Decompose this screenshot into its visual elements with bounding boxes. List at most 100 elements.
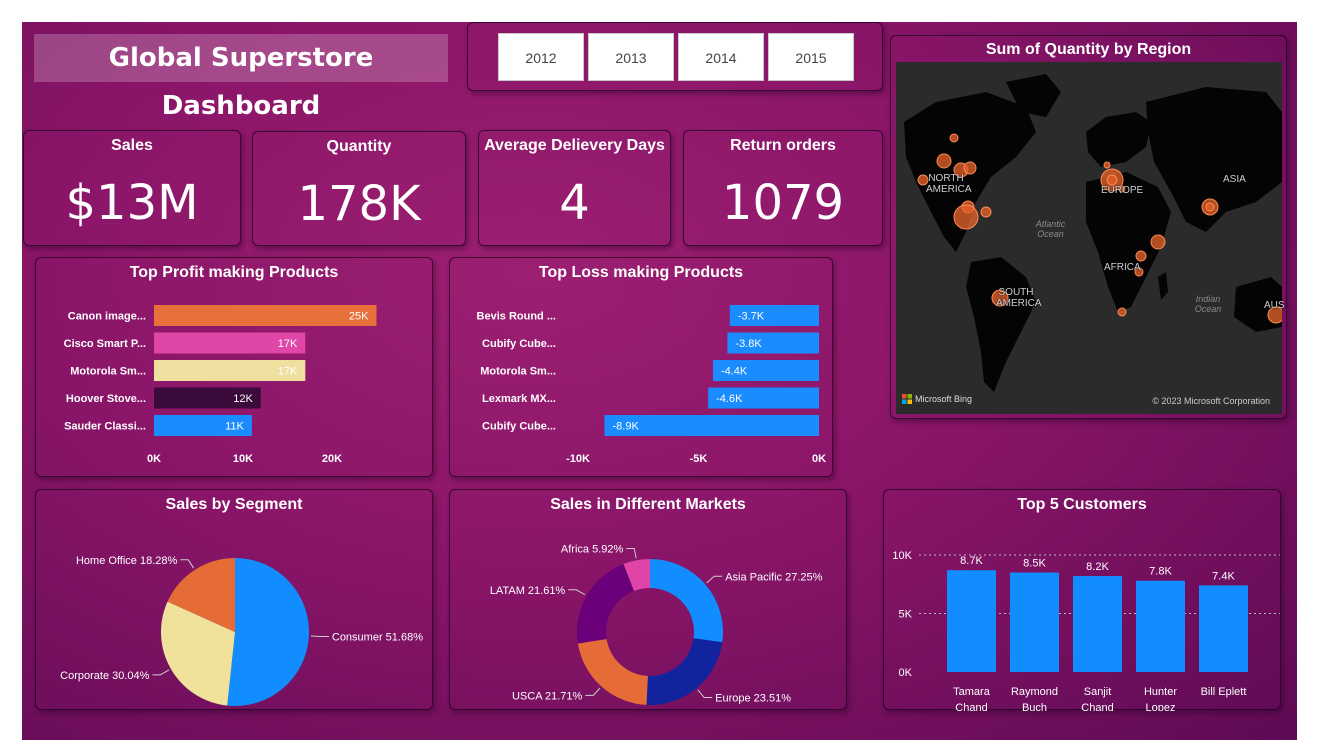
bubble-point (949, 133, 959, 143)
year-slicer: 2012 2013 2014 2015 (467, 22, 883, 91)
bubble-point (1106, 174, 1118, 186)
bar (1073, 576, 1122, 672)
kpi-label-delivery-days: Average Delievery Days (484, 137, 665, 154)
category-label: Canon image... (68, 311, 146, 323)
map-label-aus: AUS (1264, 300, 1285, 311)
slice (646, 638, 723, 705)
y-tick-label: 5K (899, 609, 913, 621)
slice (227, 558, 310, 706)
data-label: 8.5K (1023, 558, 1046, 570)
bubble-point (1117, 307, 1127, 317)
map-panel: Sum of Quantity by Region NORTH AMERICA … (890, 35, 1287, 419)
kpi-label-quantity: Quantity (326, 138, 392, 155)
map-label-text: NORTH AMERICA (926, 173, 972, 195)
data-label: 11K (225, 421, 244, 433)
map-view[interactable]: NORTH AMERICA EUROPE ASIA AFRICA SOUTH A… (896, 62, 1285, 414)
leader-line (697, 689, 713, 699)
microsoft-logo-icon (902, 394, 912, 404)
data-label: -3.8K (735, 338, 762, 350)
dashboard-title: Global Superstore Dashboard (34, 34, 448, 121)
x-category-label: Bill Eplett (1201, 686, 1247, 698)
data-label: 7.8K (1149, 566, 1172, 578)
madagascar-shape (1158, 272, 1168, 300)
bubble-point (1150, 234, 1166, 250)
profit-chart-panel: Top Profit making Products Canon image..… (35, 257, 433, 477)
kpi-value-return-orders: 1079 (721, 175, 845, 231)
category-label: Motorola Sm... (70, 366, 146, 378)
bubble-point (980, 206, 992, 218)
x-tick-label: -10K (566, 453, 590, 465)
slice-label: Europe 23.51% (715, 693, 791, 705)
data-label: 8.2K (1086, 561, 1109, 573)
category-label: Cubify Cube... (482, 338, 556, 350)
category-label: Sauder Classi... (64, 421, 146, 433)
slice-label: Home Office 18.28% (76, 555, 178, 567)
kpi-value-delivery-days: 4 (559, 175, 590, 231)
year-button-2014[interactable]: 2014 (678, 33, 764, 81)
kpi-card-delivery-days: Average Delievery Days 4 (478, 130, 671, 246)
data-label: -4.6K (716, 393, 743, 405)
data-label: 8.7K (960, 555, 983, 567)
dashboard-canvas: Global Superstore Dashboard 2012 2013 20… (22, 22, 1297, 740)
bar (947, 570, 996, 672)
data-label: 12K (233, 393, 253, 405)
x-category-label: Hunter (1144, 686, 1177, 698)
year-button-2013[interactable]: 2013 (588, 33, 674, 81)
map-label-africa: AFRICA (1104, 262, 1141, 273)
x-category-label: Raymond (1011, 686, 1058, 698)
slice (650, 559, 723, 643)
kpi-card-sales: Sales $13M (23, 130, 241, 246)
slice-label: LATAM 21.61% (490, 585, 566, 597)
bing-logo: Microsoft Bing (902, 394, 972, 404)
category-label: Bevis Round ... (477, 311, 556, 323)
bar (1199, 585, 1248, 672)
market-chart-panel: Sales in Different Markets Asia Pacific … (449, 489, 847, 710)
bar (154, 305, 377, 326)
bubble-point (1135, 250, 1147, 262)
customers-chart-panel: Top 5 Customers 0K 5K 10K 8.7K Tamara Chand 8.… (883, 489, 1281, 711)
map-title: Sum of Quantity by Region (985, 41, 1192, 58)
x-tick-label: 0K (812, 453, 826, 465)
kpi-value-sales: $13M (65, 175, 199, 231)
data-label: -3.7K (738, 311, 765, 323)
bubble-point (1103, 161, 1111, 169)
kpi-label-return-orders: Return orders (730, 137, 836, 154)
map-label-north-america: NORTH AMERICA (926, 173, 972, 195)
loss-chart: Bevis Round ... -3.7K Cubify Cube... -3.8K M… (477, 305, 826, 465)
slice-label: Consumer 51.68% (332, 632, 423, 644)
data-label: 17K (278, 366, 298, 378)
bar (1136, 580, 1185, 672)
customers-chart: 0K 5K 10K 8.7K Tamara Chand 8.5K Raymond Buch 8.2… (892, 550, 1280, 711)
bing-text: Microsoft Bing (915, 394, 973, 404)
x-category-label: Lopez (1146, 702, 1176, 711)
data-label: 7.4K (1212, 570, 1235, 582)
slice-label: Corporate 30.04% (60, 670, 149, 682)
x-tick-label: 20K (322, 453, 342, 465)
year-button-2012[interactable]: 2012 (498, 33, 584, 81)
x-category-label: Sanjit (1084, 686, 1112, 698)
map-svg (904, 74, 1285, 392)
x-category-label: Chand (955, 702, 987, 711)
x-category-label: Buch (1022, 702, 1047, 711)
map-copyright: © 2023 Microsoft Corporation (1152, 396, 1270, 406)
continents (904, 74, 1282, 392)
y-tick-label: 0K (899, 667, 913, 679)
leader-line (310, 635, 329, 638)
data-label: -8.9K (613, 421, 640, 433)
year-button-2015[interactable]: 2015 (768, 33, 854, 81)
leader-line (585, 687, 601, 696)
bar (1010, 572, 1059, 672)
europe-shape (1086, 112, 1151, 167)
x-tick-label: 0K (147, 453, 161, 465)
category-label: Lexmark MX... (482, 393, 556, 405)
bubble-point (953, 204, 979, 230)
slice-label: Asia Pacific 27.25% (725, 571, 822, 583)
loss-chart-panel: Top Loss making Products Bevis Round ...… (449, 257, 833, 477)
bubble-point (936, 153, 952, 169)
data-label: 25K (349, 311, 369, 323)
category-label: Motorola Sm... (480, 366, 556, 378)
category-label: Hoover Stove... (66, 393, 146, 405)
segment-chart-panel: Sales by Segment Consumer 51.68% Corporat… (35, 489, 433, 710)
map-label-asia: ASIA (1223, 174, 1246, 185)
bubble-point (1205, 202, 1215, 212)
